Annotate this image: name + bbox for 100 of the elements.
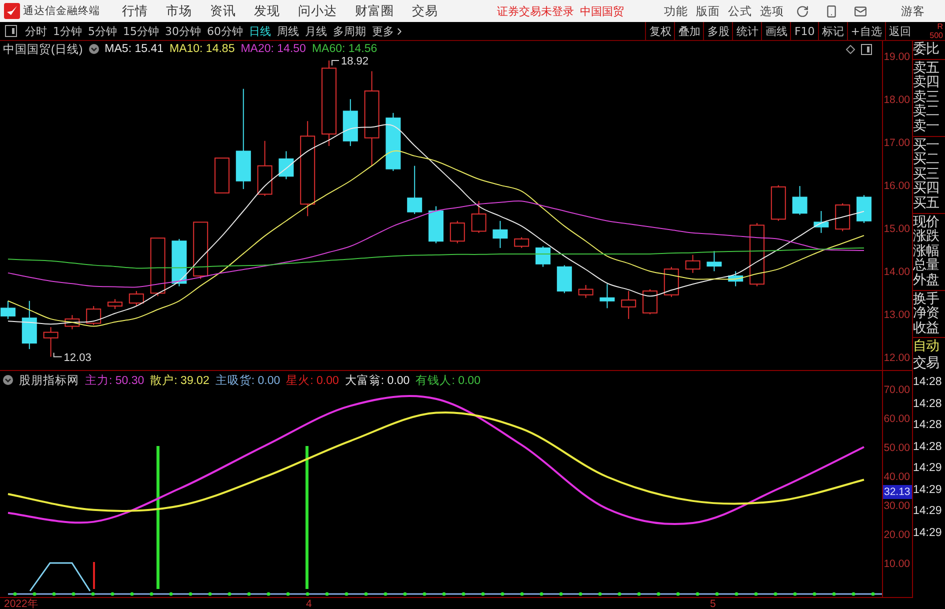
candlestick (278, 150, 294, 180)
status-text: 证券交易未登录 (497, 4, 574, 18)
axis-label: 30.00 (884, 498, 910, 513)
candlestick (835, 202, 850, 232)
axis-label: 10.00 (884, 556, 910, 571)
menu-item[interactable]: 财富圈 (347, 2, 402, 20)
logo-icon (4, 3, 20, 19)
trade-time: 14:28 (913, 375, 943, 390)
candlestick (536, 246, 550, 268)
candlestick (770, 184, 786, 222)
quote-field-label: 外盘 (913, 272, 940, 288)
menu-item[interactable]: 公式 (724, 4, 756, 18)
candlestick (43, 326, 58, 358)
ma-value: MA5: 15.41 (104, 43, 164, 55)
menu-item[interactable]: 版面 (692, 4, 724, 18)
quote-field-label: 买四 (913, 181, 940, 196)
corner-label: 500 (930, 31, 943, 40)
toolbar-button[interactable]: 统计 (732, 22, 762, 40)
candlestick (257, 140, 272, 196)
menu-item[interactable]: 市场 (158, 2, 200, 20)
quote-field-label: 买二 (913, 152, 940, 167)
period-tab[interactable]: 分时 (22, 24, 50, 38)
status-text: 中国国贸 (580, 4, 624, 18)
period-tab[interactable]: 15分钟 (120, 24, 162, 38)
candlestick (450, 220, 465, 244)
circle-chevron-icon[interactable] (88, 44, 99, 54)
axis-label: 19.00 (884, 50, 910, 64)
indicator-value: 散户: 39.02 (150, 373, 210, 388)
high-price-label: 18.92 (341, 57, 369, 68)
trade-label[interactable]: 自动 (913, 338, 945, 356)
date-axis-label: 5 (710, 598, 716, 609)
toolbar-button[interactable]: +自选 (846, 22, 885, 40)
candlestick (0, 300, 16, 320)
quote-field-label: 卖四 (913, 75, 940, 90)
indicator-value: 主吸货: 0.00 (215, 373, 280, 388)
candlestick (193, 222, 208, 280)
period-tab[interactable]: 多周期 (330, 24, 369, 38)
indicator-value: 星火: 0.00 (286, 374, 339, 388)
candlestick (750, 222, 764, 287)
candlestick (856, 194, 872, 224)
panel-toggle-icon[interactable] (861, 44, 872, 54)
panel-toggle-icon[interactable] (5, 25, 17, 37)
axis-label: 60.00 (884, 412, 910, 426)
menu-item[interactable]: 功能 (660, 4, 692, 18)
period-tab[interactable]: 1分钟 (50, 24, 85, 38)
rotate-arrow-icon[interactable] (796, 4, 809, 18)
candlestick (172, 238, 187, 287)
candlestick (492, 220, 508, 248)
toolbar-button[interactable]: 复权 (645, 22, 674, 40)
date-axis-label: 4 (306, 598, 312, 609)
candlestick (128, 290, 144, 307)
ma-value: MA60: 14.56 (312, 43, 378, 55)
candlestick (150, 238, 166, 297)
phone-icon[interactable] (825, 4, 838, 18)
axis-label: 70.00 (884, 382, 910, 397)
period-tab[interactable]: 60分钟 (204, 24, 246, 38)
axis-label: 18.00 (884, 93, 910, 107)
ma-value: MA10: 14.85 (170, 43, 235, 55)
candlestick (664, 266, 679, 298)
candlestick (214, 158, 230, 194)
quote-field-label: 涨跌 (913, 229, 940, 244)
candlestick (428, 206, 444, 244)
quote-field-label: 现价 (913, 214, 940, 230)
current-value-label: 32.13 (883, 485, 912, 499)
indicator-value: 主力: 50.30 (85, 373, 144, 388)
trade-time: 14:28 (913, 418, 943, 434)
diamond-icon[interactable] (846, 44, 855, 54)
period-tab[interactable]: 周线 (274, 24, 302, 38)
trade-label[interactable]: 交易 (913, 355, 945, 372)
trade-time: 14:29 (913, 461, 943, 476)
period-tab[interactable]: 月线 (302, 24, 330, 38)
axis-label: 40.00 (884, 470, 910, 484)
indicator-name: 股朋指标网 (19, 374, 79, 388)
menu-item[interactable]: 行情 (114, 2, 156, 20)
candlestick (621, 290, 636, 320)
candlestick (86, 306, 102, 326)
period-tab[interactable]: 5分钟 (85, 24, 120, 38)
menu-item[interactable]: 交易 (404, 2, 446, 20)
menu-item[interactable]: 发现 (246, 2, 288, 20)
menu-item[interactable]: 问小达 (290, 2, 345, 20)
menu-item[interactable]: 资讯 (202, 2, 244, 20)
period-tab[interactable]: 日线 (246, 24, 274, 38)
more-button[interactable]: 更多 (369, 24, 408, 38)
trade-time: 14:29 (913, 504, 943, 520)
toolbar-button[interactable]: 多股 (703, 22, 732, 40)
menu-item[interactable]: 选项 (756, 4, 788, 18)
period-tab[interactable]: 30分钟 (162, 24, 204, 38)
user-label[interactable]: 游客 (901, 4, 925, 18)
axis-label: 12.00 (884, 351, 910, 366)
quote-field-label: 收益 (913, 320, 940, 336)
leader-line (53, 352, 62, 358)
quote-field-label: 委比 (913, 42, 940, 57)
mail-icon[interactable] (854, 4, 867, 18)
indicator-value: 有钱人: 0.00 (416, 374, 480, 388)
circle-chevron-icon[interactable] (3, 375, 13, 385)
trade-time: 14:28 (913, 396, 943, 412)
axis-label: 13.00 (884, 308, 910, 322)
axis-label: 14.00 (884, 265, 910, 280)
candlestick (407, 165, 422, 214)
corner-label: R (937, 22, 943, 31)
